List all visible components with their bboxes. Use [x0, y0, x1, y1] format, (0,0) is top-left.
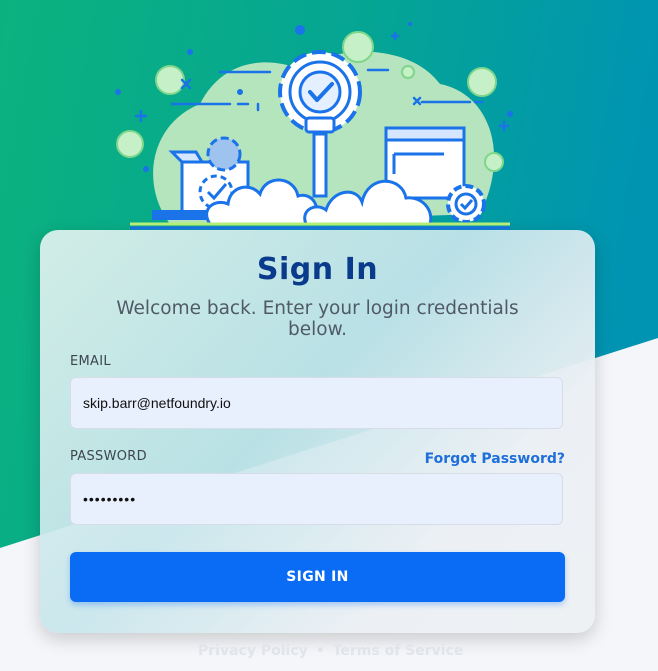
page-title: Sign In — [256, 252, 379, 287]
hero-illustration — [115, 22, 513, 230]
footer: Privacy Policy • Terms of Service — [198, 643, 463, 659]
privacy-policy-link[interactable]: Privacy Policy — [198, 643, 308, 659]
page-subtitle: Welcome back. Enter your login credentia… — [116, 298, 519, 340]
email-input[interactable] — [70, 377, 563, 429]
gear-icon — [446, 184, 486, 224]
password-input[interactable] — [70, 473, 563, 525]
rocket-icon — [312, 132, 328, 198]
lightbulb-gear-icon — [278, 50, 362, 134]
terms-of-service-link[interactable]: Terms of Service — [333, 643, 464, 659]
password-label: PASSWORD — [70, 449, 147, 464]
sign-in-button[interactable]: SIGN IN — [70, 552, 565, 602]
email-label: EMAIL — [70, 354, 111, 369]
footer-separator: • — [315, 643, 325, 659]
login-card: Sign In Welcome back. Enter your login c… — [40, 230, 595, 633]
forgot-password-link[interactable]: Forgot Password? — [425, 451, 565, 467]
